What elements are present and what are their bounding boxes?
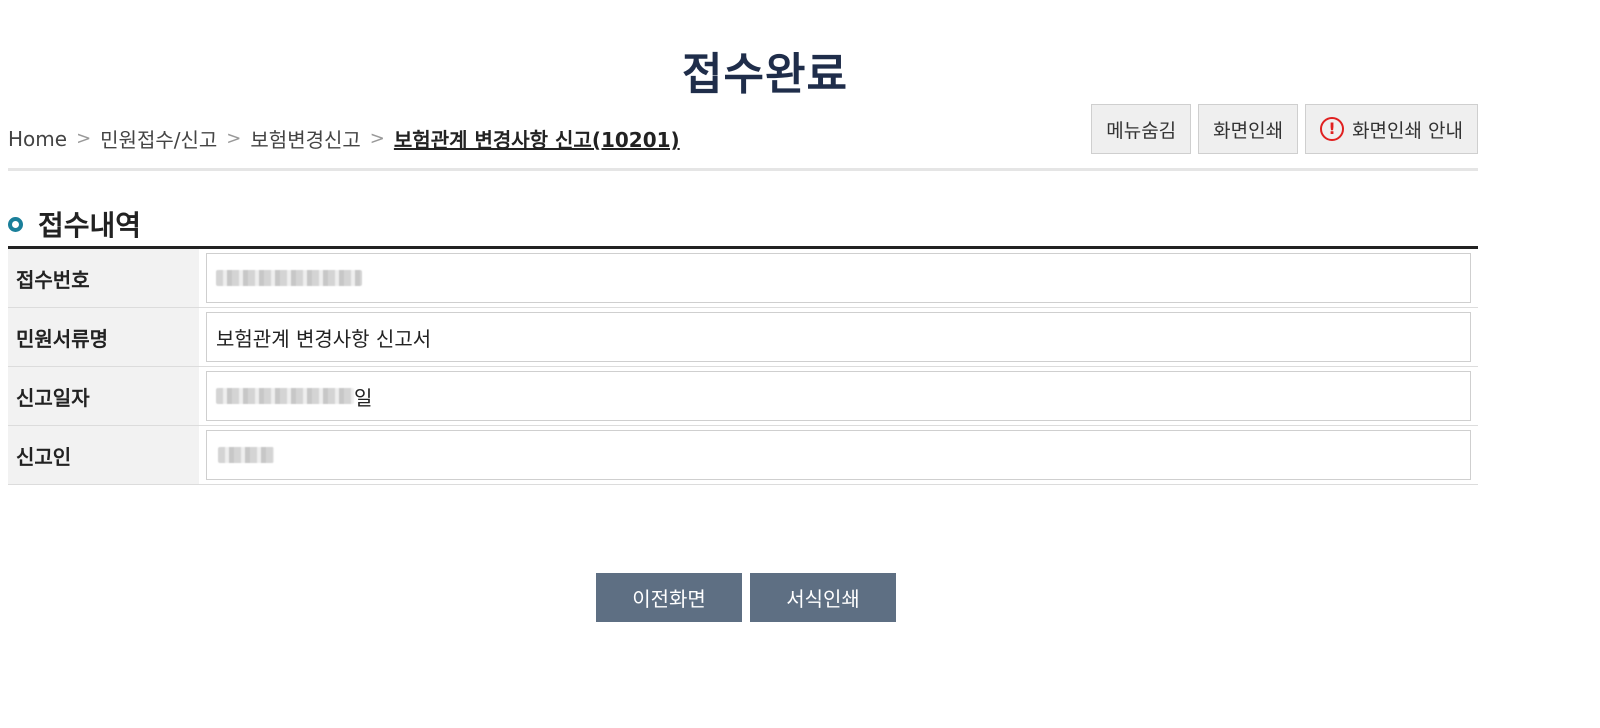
receipt-number-field	[206, 253, 1471, 303]
masked-value	[216, 270, 362, 286]
chevron-right-icon: >	[369, 128, 385, 149]
table-row: 접수번호	[8, 247, 1478, 308]
row-label: 신고일자	[8, 366, 199, 426]
section-title: 접수내역	[8, 204, 141, 244]
table-row: 신고인	[8, 425, 1478, 485]
table-row: 민원서류명 보험관계 변경사항 신고서	[8, 307, 1478, 367]
date-suffix: 일	[354, 385, 373, 410]
prev-screen-button[interactable]: 이전화면	[596, 573, 742, 622]
document-name-value: 보험관계 변경사항 신고서	[216, 326, 432, 351]
breadcrumb: Home > 민원접수/신고 > 보험변경신고 > 보험관계 변경사항 신고(1…	[8, 124, 680, 153]
row-label: 민원서류명	[8, 307, 199, 367]
print-screen-button[interactable]: 화면인쇄	[1198, 104, 1299, 154]
chevron-right-icon: >	[76, 128, 92, 149]
table-row: 신고일자 일	[8, 366, 1478, 426]
report-date-field: 일	[206, 371, 1471, 421]
chevron-right-icon: >	[226, 128, 242, 149]
document-name-field: 보험관계 변경사항 신고서	[206, 312, 1471, 362]
breadcrumb-current: 보험관계 변경사항 신고(10201)	[393, 128, 680, 152]
masked-value	[216, 388, 354, 404]
row-label: 신고인	[8, 425, 199, 485]
page-title: 접수완료	[682, 49, 848, 100]
print-guide-label: 화면인쇄 안내	[1352, 119, 1463, 142]
action-bar: 이전화면 서식인쇄	[596, 573, 896, 622]
divider	[8, 168, 1478, 171]
ring-bullet-icon	[8, 216, 23, 232]
print-form-button[interactable]: 서식인쇄	[750, 573, 896, 622]
masked-value	[218, 447, 274, 463]
toolbar: 메뉴숨김 화면인쇄 ! 화면인쇄 안내	[1091, 104, 1478, 154]
print-guide-button[interactable]: ! 화면인쇄 안내	[1305, 104, 1478, 154]
reporter-field	[206, 430, 1471, 480]
exclamation-circle-icon: !	[1320, 117, 1345, 141]
row-label: 접수번호	[8, 247, 199, 308]
section-title-text: 접수내역	[38, 209, 142, 242]
hide-menu-button[interactable]: 메뉴숨김	[1091, 104, 1192, 154]
breadcrumb-home[interactable]: Home	[8, 127, 67, 151]
breadcrumb-insurance-change[interactable]: 보험변경신고	[250, 124, 360, 153]
breadcrumb-complaint[interactable]: 민원접수/신고	[100, 124, 217, 153]
receipt-table: 접수번호 민원서류명 보험관계 변경사항 신고서 신고일자 일 신고인	[8, 246, 1478, 485]
